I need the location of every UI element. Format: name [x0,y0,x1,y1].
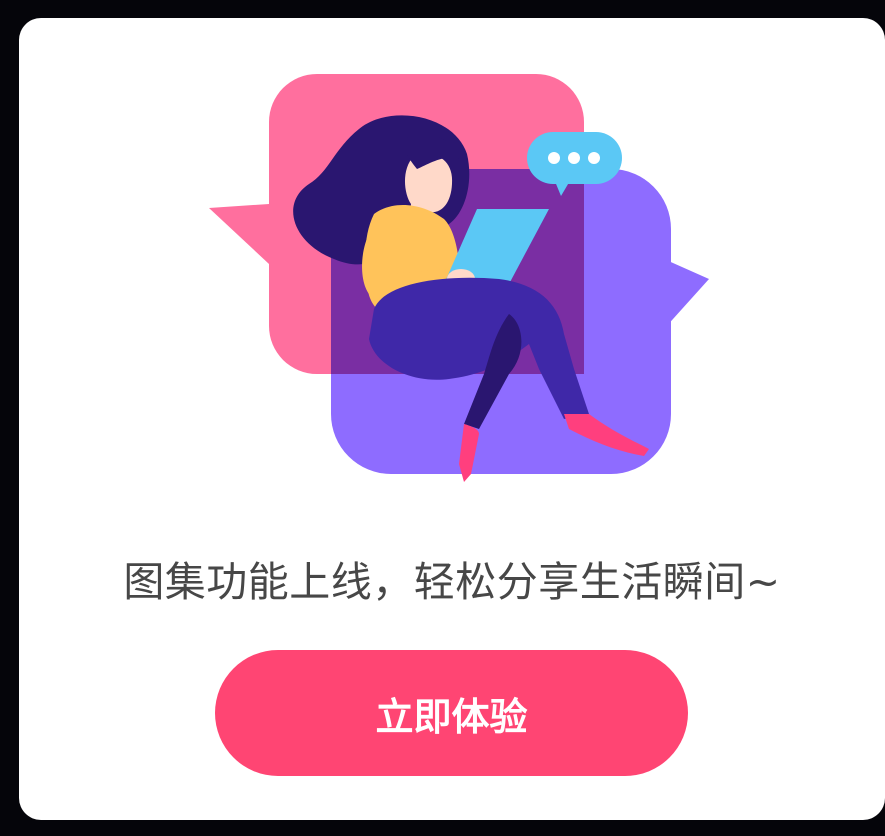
try-now-button[interactable]: 立即体验 [215,650,688,776]
promo-message: 图集功能上线，轻松分享生活瞬间~ [123,558,781,606]
woman-reading-tablet-illustration [209,74,709,482]
try-now-label: 立即体验 [375,694,528,739]
promo-dialog: 图集功能上线，轻松分享生活瞬间~ 立即体验 [19,18,885,820]
